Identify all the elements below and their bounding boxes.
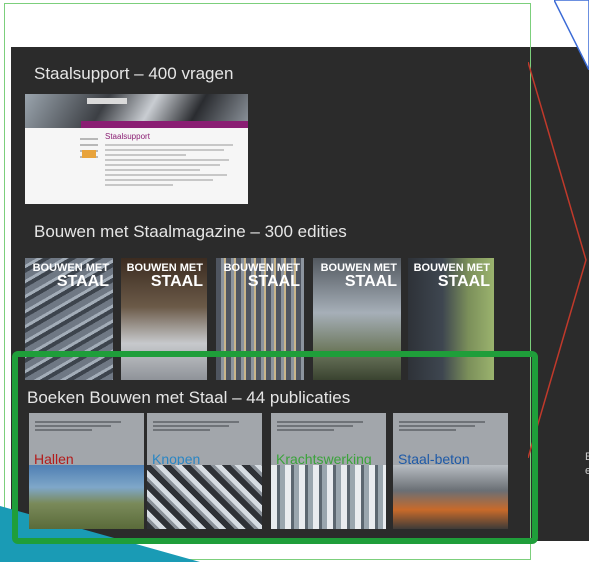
website-badge xyxy=(82,150,96,158)
book-cover-knopen[interactable]: Knopen xyxy=(147,413,262,529)
right-panel-line: E xyxy=(585,451,589,463)
book-cover-photo xyxy=(29,465,144,529)
cover-line2: STAAL xyxy=(344,273,397,290)
website-page-title: Staalsupport xyxy=(105,132,150,141)
website-logo xyxy=(87,98,127,104)
magazine-cover[interactable]: BOUWEN MET STAAL xyxy=(313,258,401,380)
magazine-cover[interactable]: BOUWEN MET STAAL xyxy=(25,258,113,380)
red-arrow-shape xyxy=(528,62,587,458)
magazine-heading: Bouwen met Staalmagazine – 300 edities xyxy=(34,222,347,241)
website-nav-bar xyxy=(81,121,248,128)
book-cover-staal-beton[interactable]: Staal-beton xyxy=(393,413,508,529)
blue-triangle-shape xyxy=(554,0,589,70)
right-panel-text: E e xyxy=(585,450,589,478)
magazine-cover[interactable]: BOUWEN MET STAAL xyxy=(408,258,494,380)
book-cover-hallen[interactable]: Hallen xyxy=(29,413,144,529)
staalsupport-heading: Staalsupport – 400 vragen xyxy=(34,64,234,83)
book-cover-photo xyxy=(271,465,386,529)
books-heading: Boeken Bouwen met Staal – 44 publicaties xyxy=(27,388,351,407)
magazine-cover[interactable]: BOUWEN MET STAAL xyxy=(216,258,304,380)
cover-line2: STAAL xyxy=(56,273,109,290)
book-cover-photo xyxy=(147,465,262,529)
right-panel-line: e xyxy=(585,465,589,477)
website-content: Staalsupport xyxy=(105,132,240,189)
cover-line2: STAAL xyxy=(247,273,300,290)
book-cover-photo xyxy=(393,465,508,529)
book-cover-krachtswerking[interactable]: Krachtswerking xyxy=(271,413,386,529)
cover-line2: STAAL xyxy=(150,273,203,290)
staalsupport-website-thumbnail[interactable]: Staalsupport xyxy=(25,94,248,204)
cover-line2: STAAL xyxy=(437,273,490,290)
magazine-cover[interactable]: BOUWEN MET STAAL xyxy=(121,258,207,380)
website-sidebar xyxy=(80,134,98,194)
